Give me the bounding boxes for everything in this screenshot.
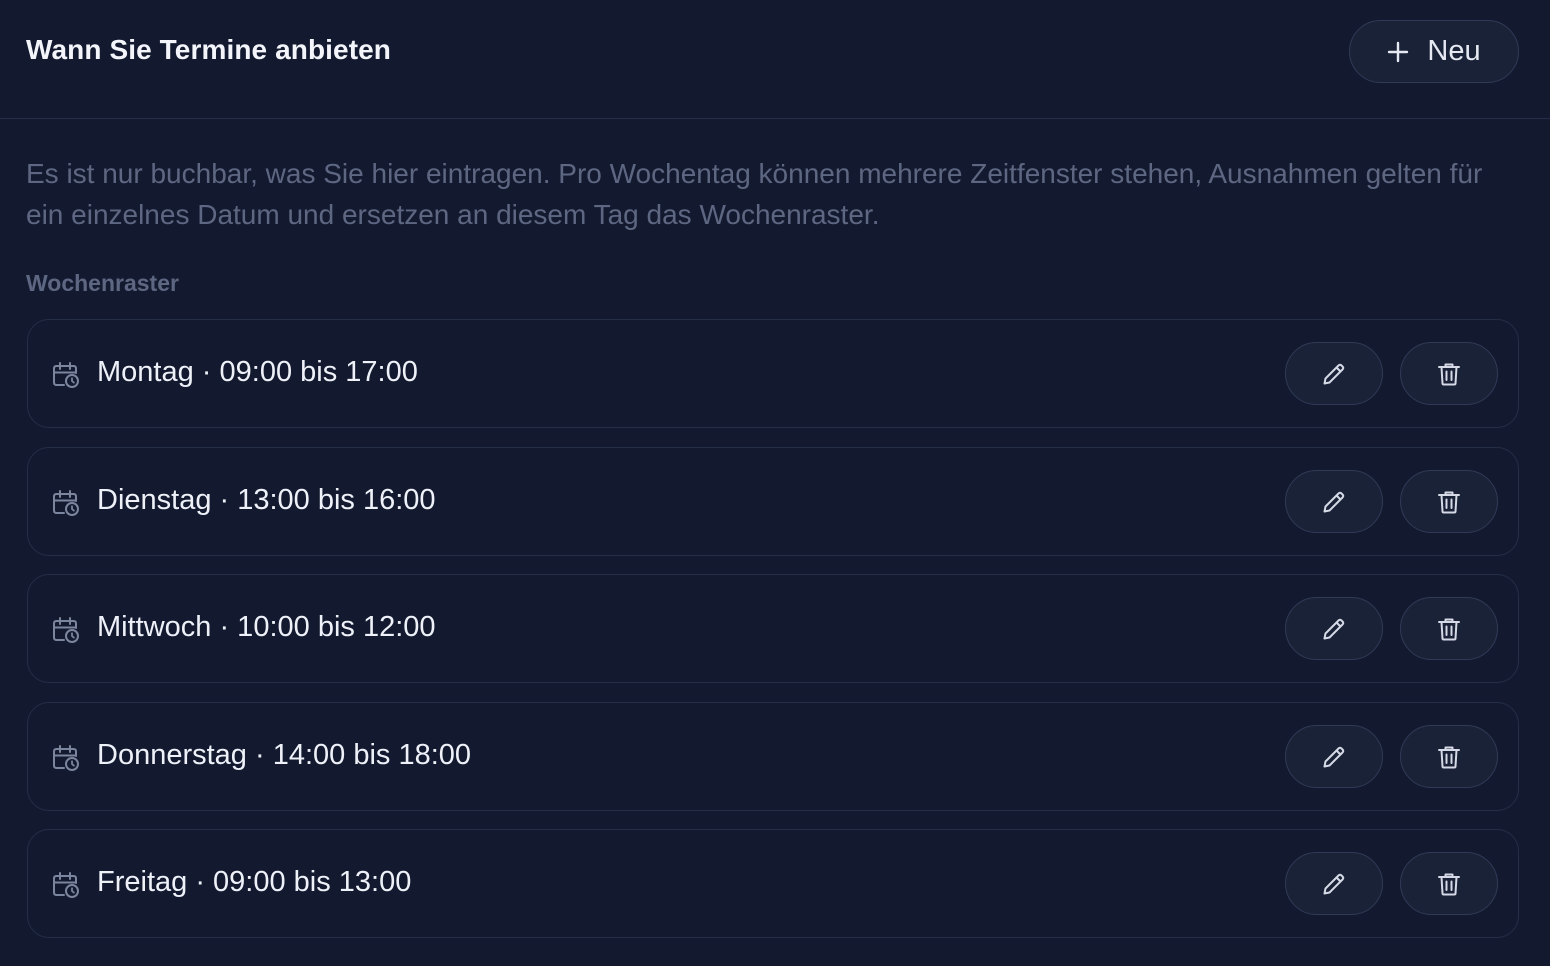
edit-button[interactable] bbox=[1285, 597, 1383, 660]
new-button-label: Neu bbox=[1427, 35, 1481, 67]
slot-row: Freitag · 09:00 bis 13:00 bbox=[27, 829, 1519, 938]
slot-text: Mittwoch · 10:00 bis 12:00 bbox=[97, 611, 436, 643]
slot-row: Donnerstag · 14:00 bis 18:00 bbox=[27, 702, 1519, 811]
slot-text: Freitag · 09:00 bis 13:00 bbox=[97, 866, 412, 898]
pencil-icon bbox=[1323, 746, 1345, 767]
slot-row: Mittwoch · 10:00 bis 12:00 bbox=[27, 574, 1519, 683]
delete-button[interactable] bbox=[1400, 597, 1498, 660]
slot-row: Montag · 09:00 bis 17:00 bbox=[27, 319, 1519, 428]
edit-button[interactable] bbox=[1285, 470, 1383, 533]
availability-panel: Wann Sie Termine anbieten Neu Es ist nur… bbox=[0, 0, 1550, 966]
description-text: Es ist nur buchbar, was Sie hier eintrag… bbox=[26, 158, 1483, 230]
delete-button[interactable] bbox=[1400, 725, 1498, 788]
section-label-wochenraster: Wochenraster bbox=[26, 270, 179, 296]
panel-title: Wann Sie Termine anbieten bbox=[26, 34, 392, 65]
trash-icon bbox=[1438, 873, 1460, 895]
slot-text: Donnerstag · 14:00 bis 18:00 bbox=[97, 739, 472, 771]
slot-row: Dienstag · 13:00 bis 16:00 bbox=[27, 447, 1519, 556]
calendar-clock-icon bbox=[53, 872, 79, 898]
pencil-icon bbox=[1323, 363, 1345, 384]
slot-text: Dienstag · 13:00 bis 16:00 bbox=[97, 484, 436, 516]
slot-text: Montag · 09:00 bis 17:00 bbox=[97, 356, 418, 388]
panel-header: Wann Sie Termine anbieten Neu bbox=[0, 0, 1550, 119]
trash-icon bbox=[1438, 746, 1460, 768]
calendar-clock-icon bbox=[53, 362, 79, 388]
calendar-clock-icon bbox=[53, 745, 79, 771]
delete-button[interactable] bbox=[1400, 342, 1498, 405]
pencil-icon bbox=[1323, 618, 1345, 639]
trash-icon bbox=[1438, 363, 1460, 385]
edit-button[interactable] bbox=[1285, 725, 1383, 788]
calendar-clock-icon bbox=[53, 490, 79, 516]
new-button[interactable]: Neu bbox=[1349, 20, 1519, 83]
delete-button[interactable] bbox=[1400, 470, 1498, 533]
delete-button[interactable] bbox=[1400, 852, 1498, 915]
edit-button[interactable] bbox=[1285, 852, 1383, 915]
calendar-clock-icon bbox=[53, 617, 79, 643]
pencil-icon bbox=[1323, 491, 1345, 512]
plus-icon bbox=[1388, 41, 1409, 62]
trash-icon bbox=[1438, 491, 1460, 513]
edit-button[interactable] bbox=[1285, 342, 1383, 405]
pencil-icon bbox=[1323, 873, 1345, 894]
trash-icon bbox=[1438, 618, 1460, 640]
